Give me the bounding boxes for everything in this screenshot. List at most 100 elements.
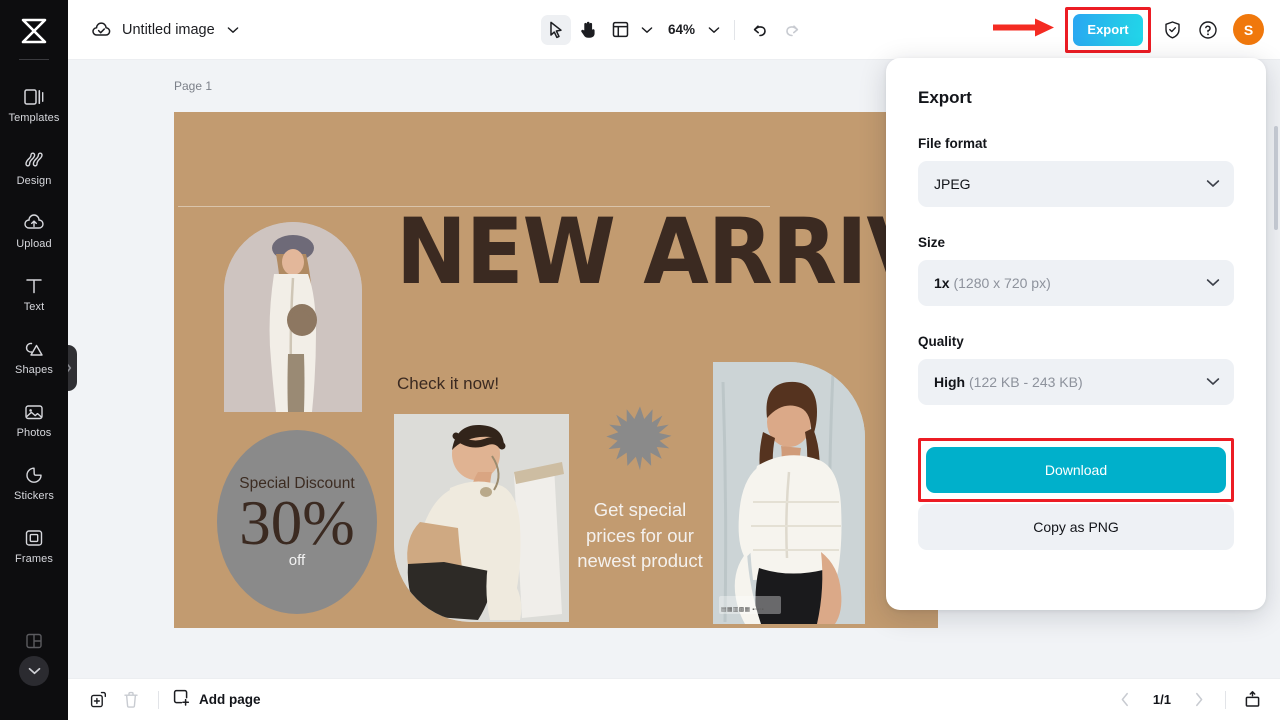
shapes-icon (23, 338, 45, 360)
photo-woman-fur[interactable]: ▤▦▥▩▦ ▪▫▪▫▪ (713, 362, 865, 624)
export-button[interactable]: Export (1073, 14, 1143, 46)
bottom-left-group: Add page (84, 686, 261, 714)
file-format-label: File format (918, 136, 1234, 151)
stock-watermark: ▤▦▥▩▦ ▪▫▪▫▪ (719, 596, 781, 614)
size-value: 1x (1280 x 720 px) (934, 275, 1051, 291)
help-icon[interactable] (1193, 15, 1223, 45)
undo-button[interactable] (745, 15, 775, 45)
sidebar-item-stickers[interactable]: Stickers (0, 451, 68, 514)
red-arrow-right-icon (993, 15, 1055, 44)
cloud-saved-icon[interactable] (90, 19, 112, 41)
sidebar-item-label: Frames (15, 554, 53, 565)
left-sidebar: Templates Design Upload Text (0, 0, 68, 720)
quality-value-filesize: (122 KB - 243 KB) (969, 374, 1083, 390)
redo-button[interactable] (777, 15, 807, 45)
layout-tool-button[interactable] (605, 15, 635, 45)
user-avatar[interactable]: S (1233, 14, 1264, 45)
frames-icon (23, 527, 45, 549)
photo-woman-fur-image (713, 362, 865, 624)
sidebar-item-label: Text (24, 302, 45, 313)
download-button[interactable]: Download (926, 447, 1226, 493)
starburst-shape[interactable] (605, 405, 675, 475)
bottom-right-group: 1/1 (1111, 686, 1266, 714)
sidebar-item-photos[interactable]: Photos (0, 388, 68, 451)
add-page-button[interactable]: Add page (172, 688, 261, 712)
page-label: Page 1 (174, 79, 212, 93)
document-title[interactable]: Untitled image (122, 22, 215, 38)
toolbar-divider (734, 20, 735, 40)
size-value-dimensions: (1280 x 720 px) (953, 275, 1050, 291)
canvas-vertical-scrollbar[interactable] (1274, 126, 1278, 230)
photo-man-sitting-image (394, 414, 569, 622)
design-headline[interactable]: NEW ARRIVAL (396, 212, 938, 296)
zoom-level-value[interactable]: 64% (659, 22, 702, 37)
sidebar-item-upload[interactable]: Upload (0, 199, 68, 262)
capcut-logo[interactable] (16, 14, 52, 48)
sidebar-nav: Templates Design Upload Text (0, 73, 68, 577)
layout-dropdown-caret[interactable] (637, 16, 657, 44)
text-icon (23, 275, 45, 297)
upload-icon (23, 212, 45, 234)
chevron-down-icon[interactable] (225, 26, 241, 34)
bottom-divider-right (1225, 691, 1226, 709)
design-icon (23, 149, 45, 171)
photo-man-sitting[interactable] (394, 414, 569, 622)
sidebar-collapse-button[interactable] (19, 656, 49, 686)
templates-icon (23, 86, 45, 108)
sidebar-divider (19, 59, 49, 60)
select-tool-button[interactable] (541, 15, 571, 45)
discount-badge[interactable]: Special Discount 30% off (217, 430, 377, 614)
toolbar-center-group: 64% (541, 15, 807, 45)
discount-off-label: off (289, 552, 305, 569)
quality-label: Quality (918, 334, 1234, 349)
photo-woman-coat[interactable] (224, 222, 362, 412)
sidebar-item-label: Stickers (14, 491, 54, 502)
design-subline[interactable]: Check it now! (397, 374, 499, 394)
file-format-value: JPEG (934, 176, 971, 192)
duplicate-page-button[interactable] (84, 686, 112, 714)
sidebar-item-text[interactable]: Text (0, 262, 68, 325)
grid-layout-icon[interactable] (23, 630, 45, 652)
quality-value: High (122 KB - 243 KB) (934, 374, 1083, 390)
export-button-highlight-wrap: Export (1065, 7, 1151, 53)
file-format-select[interactable]: JPEG (918, 161, 1234, 207)
stickers-icon (23, 464, 45, 486)
hand-tool-button[interactable] (573, 15, 603, 45)
chevron-down-icon (1206, 373, 1220, 391)
size-select[interactable]: 1x (1280 x 720 px) (918, 260, 1234, 306)
toolbar-left-group: Untitled image (90, 19, 241, 41)
next-page-button[interactable] (1185, 686, 1213, 714)
download-button-highlight-wrap: Download (918, 438, 1234, 502)
photo-woman-coat-image (224, 222, 362, 412)
sidebar-item-shapes[interactable]: Shapes (0, 325, 68, 388)
discount-value: 30% (239, 491, 354, 555)
prev-page-button[interactable] (1111, 686, 1139, 714)
sidebar-item-label: Upload (16, 239, 51, 250)
design-artboard[interactable]: NEW ARRIVAL Check it now! (174, 112, 938, 628)
sidebar-item-label: Templates (8, 113, 59, 124)
sidebar-item-design[interactable]: Design (0, 136, 68, 199)
sidebar-item-frames[interactable]: Frames (0, 514, 68, 577)
bottom-divider (158, 691, 159, 709)
quality-select[interactable]: High (122 KB - 243 KB) (918, 359, 1234, 405)
photos-icon (23, 401, 45, 423)
delete-page-button[interactable] (117, 686, 145, 714)
size-value-multiplier: 1x (934, 275, 950, 291)
size-label: Size (918, 235, 1234, 250)
shield-check-icon[interactable] (1157, 15, 1187, 45)
toolbar-right-group: Export S (1065, 7, 1264, 53)
bottom-toolbar: Add page 1/1 (68, 678, 1280, 720)
sidebar-item-templates[interactable]: Templates (0, 73, 68, 136)
sidebar-more-section (0, 630, 68, 686)
chevron-down-icon (1206, 175, 1220, 193)
zoom-dropdown-caret[interactable] (704, 16, 724, 44)
add-page-label: Add page (199, 692, 261, 707)
export-panel-title: Export (918, 88, 1234, 108)
sidebar-item-label: Shapes (15, 365, 53, 376)
export-panel: Export File format JPEG Size 1x (1280 x … (886, 58, 1266, 610)
design-promo-text[interactable]: Get special prices for our newest produc… (572, 497, 708, 574)
top-toolbar: Untitled image 64% (68, 0, 1280, 60)
chevron-down-icon (1206, 274, 1220, 292)
copy-as-png-button[interactable]: Copy as PNG (918, 504, 1234, 550)
present-button[interactable] (1238, 686, 1266, 714)
